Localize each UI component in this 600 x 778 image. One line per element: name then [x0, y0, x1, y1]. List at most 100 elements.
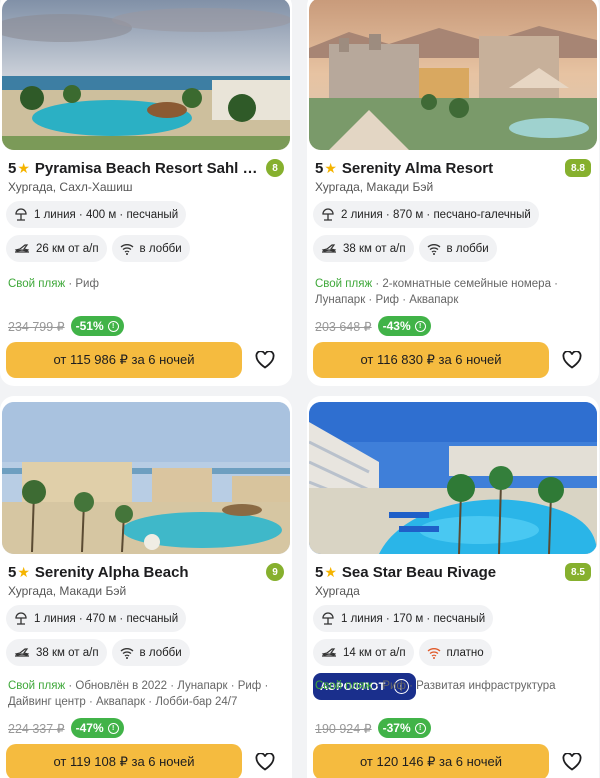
info-icon[interactable]: ! [414, 320, 426, 332]
airport-text: 38 км от а/п [36, 646, 99, 659]
plane-icon [14, 647, 30, 659]
tag-own-beach: Свой пляж [8, 278, 66, 290]
hotel-card[interactable]: 5 ★ Pyramisa Beach Resort Sahl Ha... 8 Х… [0, 0, 292, 386]
price-row: 234 799 ₽ -51%! [8, 316, 124, 336]
wifi-chip: в лобби [111, 235, 190, 262]
hotel-tags: Свой пляж · Обновлён в 2022 · Лунапарк ·… [8, 678, 284, 710]
star-icon: ★ [324, 159, 337, 176]
beach-text: 1 линия · 170 м · песчаный [341, 612, 486, 625]
discount-badge[interactable]: -37%! [377, 718, 431, 738]
old-price: 234 799 ₽ [8, 319, 65, 334]
airport-text: 26 км от а/п [36, 242, 99, 255]
price-row: 190 924 ₽ -37%! [315, 718, 431, 738]
beach-icon [321, 207, 335, 222]
rating-badge: 8 [266, 159, 284, 177]
beach-chip: 1 линия · 470 м · песчаный [6, 605, 187, 632]
info-icon[interactable]: ! [414, 722, 426, 734]
rating-badge: 9 [266, 563, 284, 581]
hotel-card[interactable]: 5 ★ Serenity Alpha Beach 9 Хургада, Мака… [0, 396, 292, 778]
airport-chip: 26 км от а/п [6, 235, 107, 262]
discount-badge[interactable]: -43%! [377, 316, 431, 336]
hotel-card[interactable]: 5 ★ Sea Star Beau Rivage 8.5 Хургада 1 л… [307, 396, 599, 778]
hotel-name[interactable]: Serenity Alma Resort [342, 160, 559, 177]
star-count: 5 [315, 563, 324, 581]
rating-badge: 8.8 [565, 159, 591, 177]
buy-button[interactable]: от 116 830 ₽ за 6 ночей [313, 342, 549, 378]
star-count: 5 [8, 159, 17, 177]
beach-icon [14, 207, 28, 222]
wifi-icon [120, 243, 134, 255]
wifi-text: в лобби [139, 646, 182, 659]
beach-icon [321, 611, 335, 626]
hotel-location: Хургада, Макади Бэй [8, 584, 127, 598]
wifi-chip: в лобби [418, 235, 497, 262]
feature-chips: 1 линия · 400 м · песчаный 26 км от а/п … [6, 201, 286, 262]
hotel-name[interactable]: Serenity Alpha Beach [35, 564, 260, 581]
discount-badge[interactable]: -47%! [70, 718, 124, 738]
star-icon: ★ [17, 563, 30, 580]
title-row: 5 ★ Sea Star Beau Rivage 8.5 [315, 562, 591, 582]
wifi-icon [120, 647, 134, 659]
beach-text: 2 линия · 870 м · песчано-галечный [341, 208, 531, 221]
title-row: 5 ★ Pyramisa Beach Resort Sahl Ha... 8 [8, 158, 284, 178]
hotel-name[interactable]: Pyramisa Beach Resort Sahl Ha... [35, 160, 260, 177]
old-price: 224 337 ₽ [8, 721, 65, 736]
feature-chips: 1 линия · 470 м · песчаный 38 км от а/п … [6, 605, 286, 666]
hotel-card[interactable]: 5 ★ Serenity Alma Resort 8.8 Хургада, Ма… [307, 0, 599, 386]
price-row: 203 648 ₽ -43%! [315, 316, 431, 336]
beach-text: 1 линия · 470 м · песчаный [34, 612, 179, 625]
tag-own-beach: Свой пляж [315, 680, 373, 692]
wifi-icon [427, 243, 441, 255]
plane-icon [14, 243, 30, 255]
airport-chip: 38 км от а/п [6, 639, 107, 666]
tags-rest: · Риф [65, 278, 99, 290]
hotel-grid: 5 ★ Pyramisa Beach Resort Sahl Ha... 8 Х… [0, 0, 600, 778]
wifi-text: в лобби [446, 242, 489, 255]
info-icon[interactable]: ! [107, 320, 119, 332]
beach-text: 1 линия · 400 м · песчаный [34, 208, 179, 221]
title-row: 5 ★ Serenity Alpha Beach 9 [8, 562, 284, 582]
hotel-name[interactable]: Sea Star Beau Rivage [342, 564, 559, 581]
hotel-photo[interactable] [2, 0, 290, 150]
buy-button[interactable]: от 119 108 ₽ за 6 ночей [6, 744, 242, 778]
buy-button[interactable]: от 120 146 ₽ за 6 ночей [313, 744, 549, 778]
star-count: 5 [8, 563, 17, 581]
plane-icon [321, 243, 337, 255]
airport-chip: 38 км от а/п [313, 235, 414, 262]
rating-badge: 8.5 [565, 563, 591, 581]
hotel-photo[interactable] [309, 0, 597, 150]
plane-icon [321, 647, 337, 659]
feature-chips: 2 линия · 870 м · песчано-галечный 38 км… [313, 201, 593, 262]
tag-own-beach: Свой пляж [8, 680, 66, 692]
hotel-photo[interactable] [2, 402, 290, 554]
tags-rest: · Риф · Развитая инфраструктура [372, 680, 556, 692]
wifi-icon [427, 647, 441, 659]
wifi-text: платно [446, 646, 484, 659]
discount-badge[interactable]: -51%! [70, 316, 124, 336]
info-icon[interactable]: ! [107, 722, 119, 734]
old-price: 190 924 ₽ [315, 721, 372, 736]
airport-chip: 14 км от а/п [313, 639, 414, 666]
heart-icon[interactable] [254, 751, 276, 773]
star-icon: ★ [324, 563, 337, 580]
beach-chip: 2 линия · 870 м · песчано-галечный [313, 201, 539, 228]
tag-own-beach: Свой пляж [315, 278, 373, 290]
heart-icon[interactable] [561, 349, 583, 371]
beach-chip: 1 линия · 400 м · песчаный [6, 201, 187, 228]
star-count: 5 [315, 159, 324, 177]
wifi-text: в лобби [139, 242, 182, 255]
airport-text: 38 км от а/п [343, 242, 406, 255]
beach-icon [14, 611, 28, 626]
title-row: 5 ★ Serenity Alma Resort 8.8 [315, 158, 591, 178]
wifi-chip: платно [418, 639, 492, 666]
heart-icon[interactable] [561, 751, 583, 773]
heart-icon[interactable] [254, 349, 276, 371]
hotel-tags: Свой пляж · 2-комнатные семейные номера … [315, 276, 591, 308]
price-row: 224 337 ₽ -47%! [8, 718, 124, 738]
hotel-location: Хургада [315, 584, 360, 598]
old-price: 203 648 ₽ [315, 319, 372, 334]
hotel-tags: Свой пляж · Риф [8, 276, 284, 292]
hotel-photo[interactable] [309, 402, 597, 554]
buy-button[interactable]: от 115 986 ₽ за 6 ночей [6, 342, 242, 378]
hotel-location: Хургада, Макади Бэй [315, 180, 434, 194]
